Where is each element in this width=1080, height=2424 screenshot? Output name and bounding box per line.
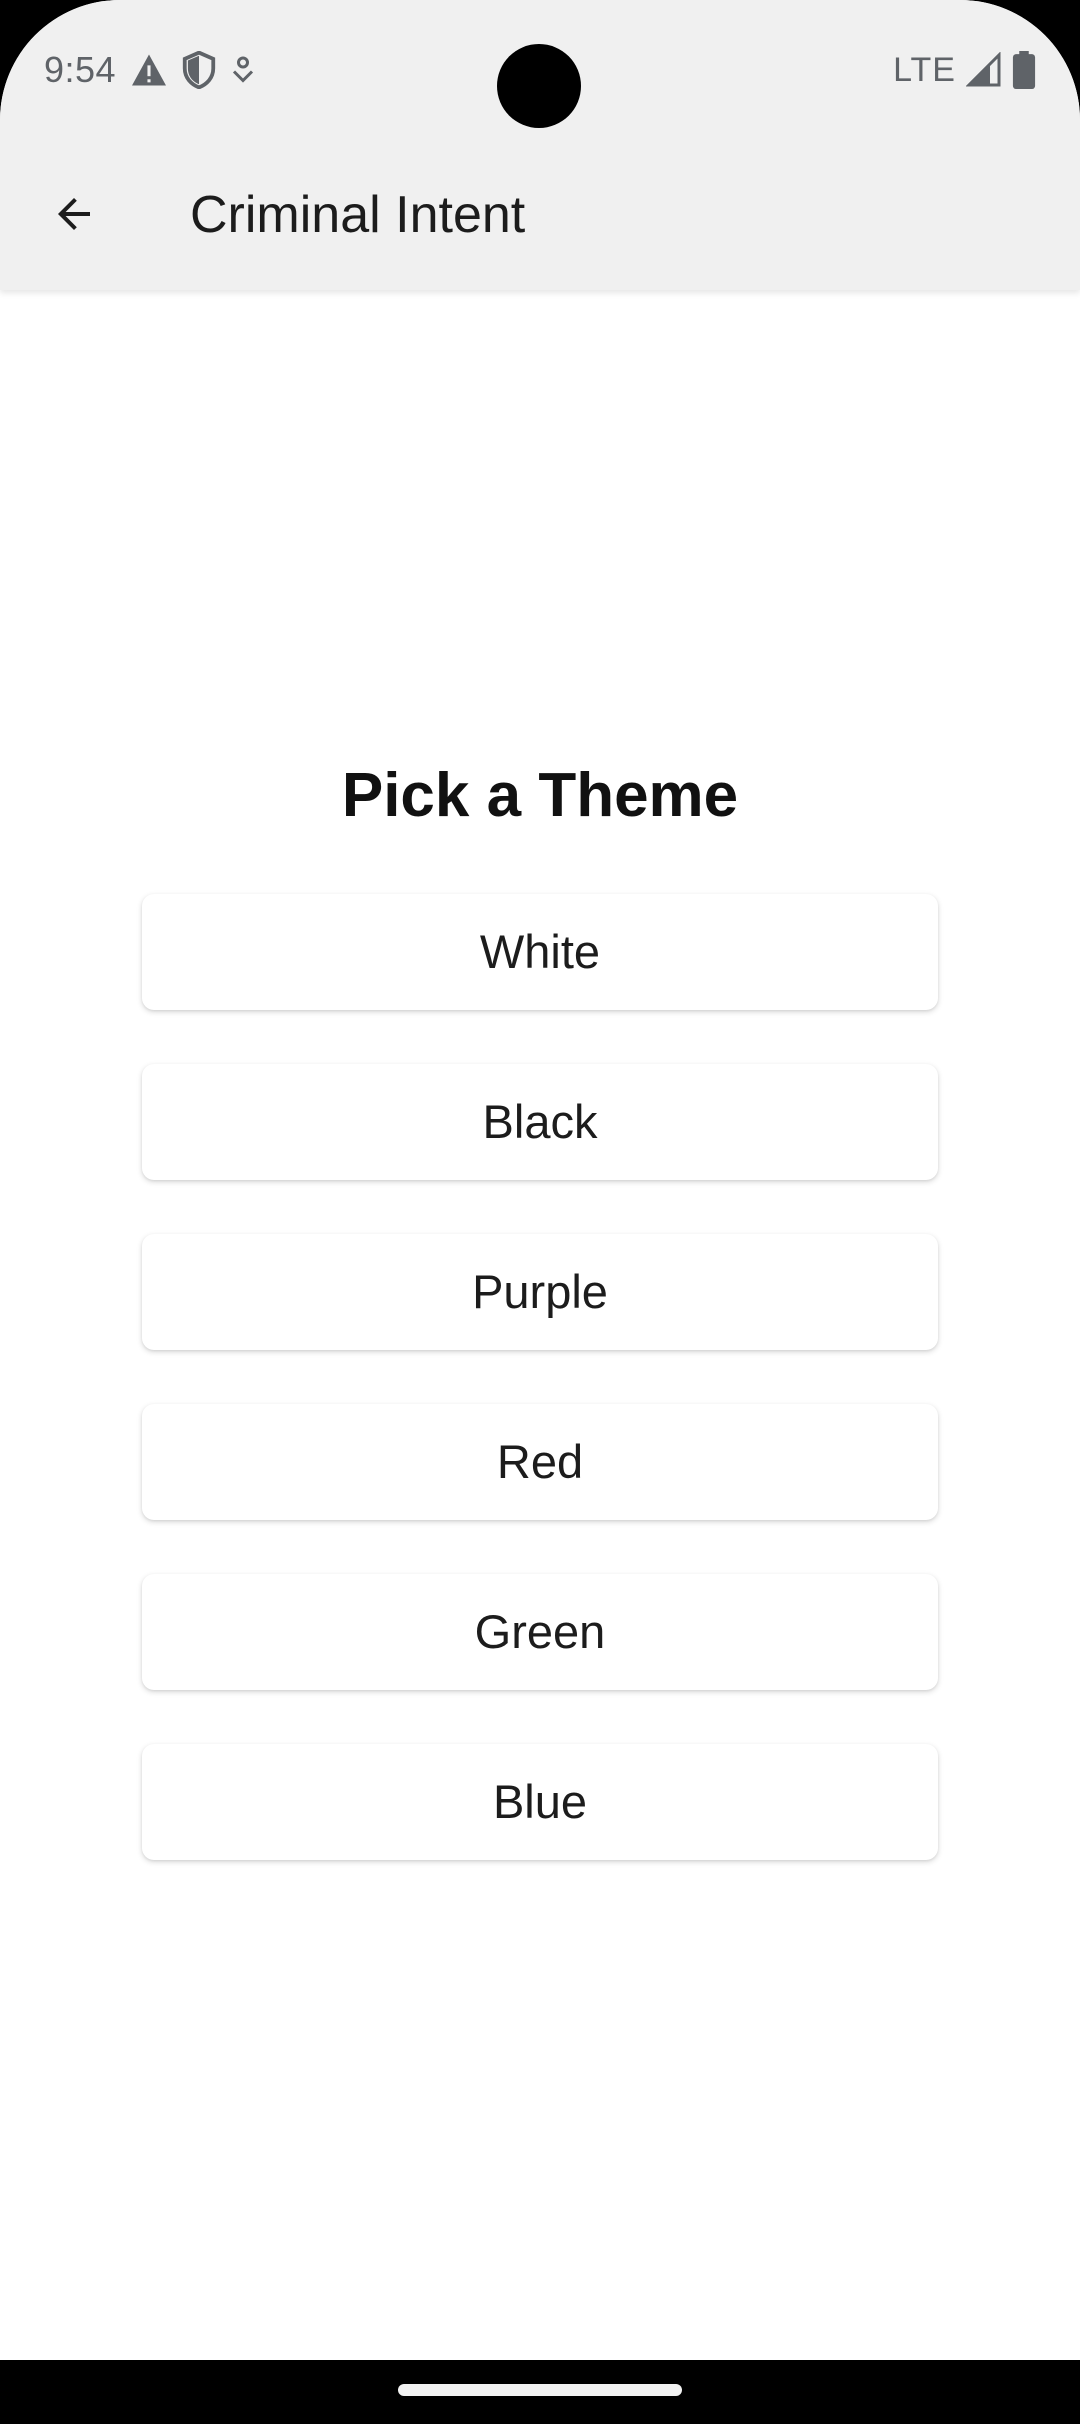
status-bar-left: 9:54 — [44, 44, 256, 96]
toolbar: Criminal Intent — [0, 140, 1080, 290]
status-bar-right: LTE — [893, 44, 1036, 96]
arrow-back-icon — [50, 190, 98, 243]
top-app-area: 9:54 LTE Criminal Intent — [0, 0, 1080, 290]
network-type: LTE — [893, 50, 956, 89]
list-item: Green — [142, 1574, 938, 1690]
warning-icon — [130, 53, 168, 87]
toolbar-title: Criminal Intent — [190, 186, 526, 244]
list-item: Red — [142, 1404, 938, 1520]
shield-icon — [182, 51, 216, 89]
theme-red-button[interactable]: Red — [142, 1404, 938, 1520]
back-button[interactable] — [30, 172, 118, 260]
home-gesture-handle[interactable] — [398, 2384, 682, 2396]
status-time: 9:54 — [44, 49, 117, 90]
list-item: Black — [142, 1064, 938, 1180]
theme-green-button[interactable]: Green — [142, 1574, 938, 1690]
signal-icon — [966, 52, 1002, 88]
list-item: Purple — [142, 1234, 938, 1350]
list-item: White — [142, 894, 938, 1010]
camera-cutout — [497, 44, 581, 128]
theme-black-button[interactable]: Black — [142, 1064, 938, 1180]
app-window: 9:54 LTE Criminal Intent Pick a Theme Wh… — [0, 0, 1080, 2360]
phone-screen: 9:54 LTE Criminal Intent Pick a Theme Wh… — [0, 0, 1080, 2424]
status-bar: 9:54 LTE — [0, 0, 1080, 140]
list-item: Blue — [142, 1744, 938, 1860]
theme-list: White Black Purple Red Green Blue — [142, 894, 938, 1914]
location-icon — [230, 55, 256, 85]
page-heading: Pick a Theme — [341, 761, 739, 830]
theme-picker-content: Pick a Theme White Black Purple Red Gree… — [0, 290, 1080, 2360]
battery-icon — [1012, 51, 1036, 89]
theme-white-button[interactable]: White — [142, 894, 938, 1010]
gesture-nav-bar — [0, 2360, 1080, 2424]
theme-purple-button[interactable]: Purple — [142, 1234, 938, 1350]
theme-blue-button[interactable]: Blue — [142, 1744, 938, 1860]
